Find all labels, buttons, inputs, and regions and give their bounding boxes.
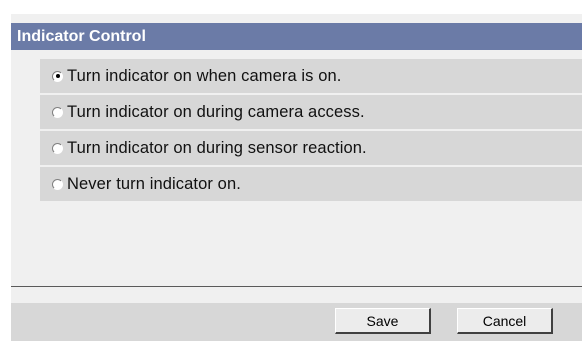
button-bar: Save Cancel [11, 303, 582, 341]
save-button[interactable]: Save [335, 308, 431, 334]
option-never[interactable]: Never turn indicator on. [40, 167, 582, 201]
option-label: Turn indicator on when camera is on. [67, 66, 342, 85]
option-camera-on[interactable]: Turn indicator on when camera is on. [40, 59, 582, 93]
option-label: Never turn indicator on. [67, 174, 241, 193]
radio-camera-access[interactable] [52, 106, 63, 118]
option-label: Turn indicator on during sensor reaction… [67, 138, 367, 157]
cancel-button[interactable]: Cancel [457, 308, 553, 334]
radio-never[interactable] [52, 178, 63, 190]
radio-camera-on[interactable] [52, 70, 63, 82]
indicator-options-group: Turn indicator on when camera is on. Tur… [40, 59, 582, 203]
radio-sensor-reaction[interactable] [52, 142, 63, 154]
option-camera-access[interactable]: Turn indicator on during camera access. [40, 95, 582, 129]
option-label: Turn indicator on during camera access. [67, 102, 365, 121]
section-header: Indicator Control [11, 23, 582, 50]
divider [11, 286, 582, 287]
option-sensor-reaction[interactable]: Turn indicator on during sensor reaction… [40, 131, 582, 165]
indicator-control-panel: Indicator Control Turn indicator on when… [11, 14, 582, 341]
